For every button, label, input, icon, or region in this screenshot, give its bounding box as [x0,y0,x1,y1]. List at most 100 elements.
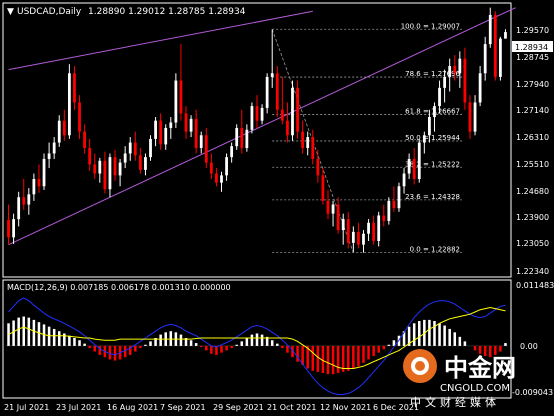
fib-level-label: 23.6 = 1.24328 [405,193,460,201]
current-price-label: 1.28934 [515,43,548,52]
candle-body [428,117,431,136]
candle-body [159,120,163,145]
candle-body [67,73,71,136]
candle-body [412,158,416,180]
candle-body [27,194,31,205]
candle-body [351,231,355,243]
candle-body [12,219,16,238]
price-tick: 1.24680 [516,187,549,196]
price-tick: 1.26310 [516,133,549,142]
candle-body [458,58,462,74]
candle-body [204,135,208,163]
candle-body [417,142,421,180]
candle-body [255,106,259,121]
candle-body [169,122,173,128]
candle-body [473,102,477,132]
candle-body [275,73,279,110]
time-tick: 23 Jul 2021 [56,403,101,412]
candle-body [113,157,117,176]
candle-body [407,158,411,174]
candle-body [433,106,436,118]
candle-body [377,215,381,241]
candle-body [32,179,36,195]
time-tick: 16 Aug 2021 [107,403,158,412]
time-tick: 12 Nov 2021 [320,403,371,412]
candle-body [367,222,370,234]
candle-body [448,65,452,77]
candle-body [240,127,244,149]
candle-body [37,179,41,187]
candle-body [341,219,345,231]
candle-body [83,131,86,149]
price-tick: 1.23900 [516,213,549,222]
candle-body [438,87,441,107]
candle-body [164,127,168,145]
candle-body [326,200,330,214]
candle-body [463,58,467,103]
candle-body [402,173,406,187]
candlestick-series [7,7,507,253]
candle-body [174,80,178,123]
candle-body [133,142,137,156]
watermark-site: CNGOLD.COM [440,383,510,394]
candle-body [88,148,92,165]
symbol-label: USDCAD,Daily [17,7,82,17]
candle-body [301,131,305,149]
price-tick: 1.28745 [516,53,549,62]
candle-body [199,135,203,149]
fib-level-label: 100.0 = 1.29007 [401,22,460,30]
candle-body [108,157,112,190]
candle-body [468,102,472,132]
candle-body [78,102,81,132]
collapse-triangle-icon[interactable]: ▼ [7,7,14,17]
candle-body [7,219,10,238]
candle-body [443,76,447,88]
candle-body [118,162,122,176]
time-tick: 7 Sep 2021 [160,403,206,412]
candle-body [478,73,482,103]
candle-body [73,73,76,103]
candle-body [286,120,289,136]
macd-tick: 0.011483 [516,281,554,290]
candle-body [504,32,507,39]
candle-body [230,146,234,158]
candle-body [235,127,239,147]
candle-body [331,204,335,214]
candle-body [392,200,396,209]
fib-level-label: 50.0 = 1.25944 [405,134,460,142]
candle-body [128,142,132,154]
candle-body [321,175,325,201]
candle-body [57,120,61,143]
time-tick: 21 Oct 2021 [267,403,316,412]
candle-body [47,153,51,159]
candle-body [291,87,294,136]
time-tick: 21 Jul 2021 [4,403,49,412]
candle-body [194,118,198,149]
candle-body [17,197,21,220]
candle-body [453,65,457,74]
candle-body [382,215,386,221]
candle-body [498,38,502,77]
candle-body [245,129,249,149]
candle-body [62,120,66,136]
price-tick: 1.29570 [516,26,549,35]
candle-body [179,80,183,114]
channel-line [8,10,313,71]
price-tick: 1.25510 [516,160,549,169]
price-tick: 1.23050 [516,239,549,248]
candle-body [387,200,391,221]
candle-body [397,186,401,209]
candle-body [280,109,284,121]
price-tick: 1.27140 [516,106,549,115]
candle-body [189,118,193,132]
price-tick: 1.22340 [516,267,549,276]
candle-body [98,160,102,174]
candle-body [154,120,157,139]
fibonacci-levels: 100.0 = 1.29007 78.6 = 1.27696 61.8 = 1.26… [271,22,462,254]
candle-body [42,158,46,187]
macd-label: MACD(12,26,9) 0.007185 0.006178 0.001310… [7,283,231,292]
time-tick: 29 Sep 2021 [213,403,264,412]
candle-body [372,222,376,241]
candle-body [306,137,310,149]
candle-body [311,137,315,159]
